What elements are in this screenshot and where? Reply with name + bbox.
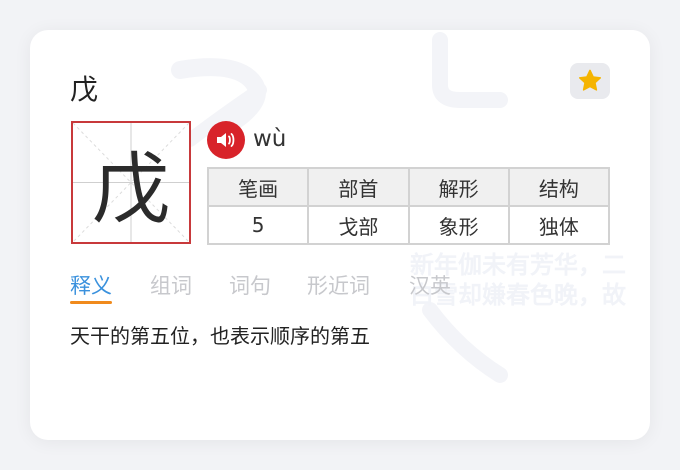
character-card: 新年伽未有芳华，二 白雪却嫌春色晚，故 戊 戊 wù 笔画 部首 解形 结构 5…	[30, 30, 650, 440]
pinyin-label: wù	[253, 126, 287, 152]
character-info-table: 笔画 部首 解形 结构 5 戈部 象形 独体	[206, 167, 611, 245]
value-structure: 独体	[507, 205, 611, 245]
pronounce-button[interactable]	[207, 121, 245, 159]
table-header-row: 笔画 部首 解形 结构	[206, 167, 611, 207]
tab-sentences[interactable]: 词句	[229, 270, 271, 300]
tab-chinese-english[interactable]: 汉英	[409, 270, 451, 300]
definition-text: 天干的第五位，也表示顺序的第五	[70, 324, 370, 348]
favorite-button[interactable]	[570, 63, 610, 99]
header-strokes: 笔画	[206, 167, 310, 207]
header-structure: 结构	[507, 167, 611, 207]
character-glyph: 戊	[91, 144, 170, 235]
tab-words[interactable]: 组词	[150, 270, 192, 300]
speaker-icon	[217, 133, 235, 147]
character-title: 戊	[70, 73, 99, 106]
tianzige-grid: 戊	[71, 121, 191, 244]
header-radical: 部首	[307, 167, 410, 207]
header-formation: 解形	[407, 167, 510, 207]
star-icon	[578, 69, 602, 91]
table-row: 5 戈部 象形 独体	[206, 205, 611, 245]
tab-definition[interactable]: 释义	[70, 270, 112, 304]
tab-similar-words[interactable]: 形近词	[307, 270, 370, 300]
value-radical: 戈部	[307, 205, 410, 245]
value-strokes: 5	[206, 205, 310, 245]
value-formation: 象形	[407, 205, 510, 245]
